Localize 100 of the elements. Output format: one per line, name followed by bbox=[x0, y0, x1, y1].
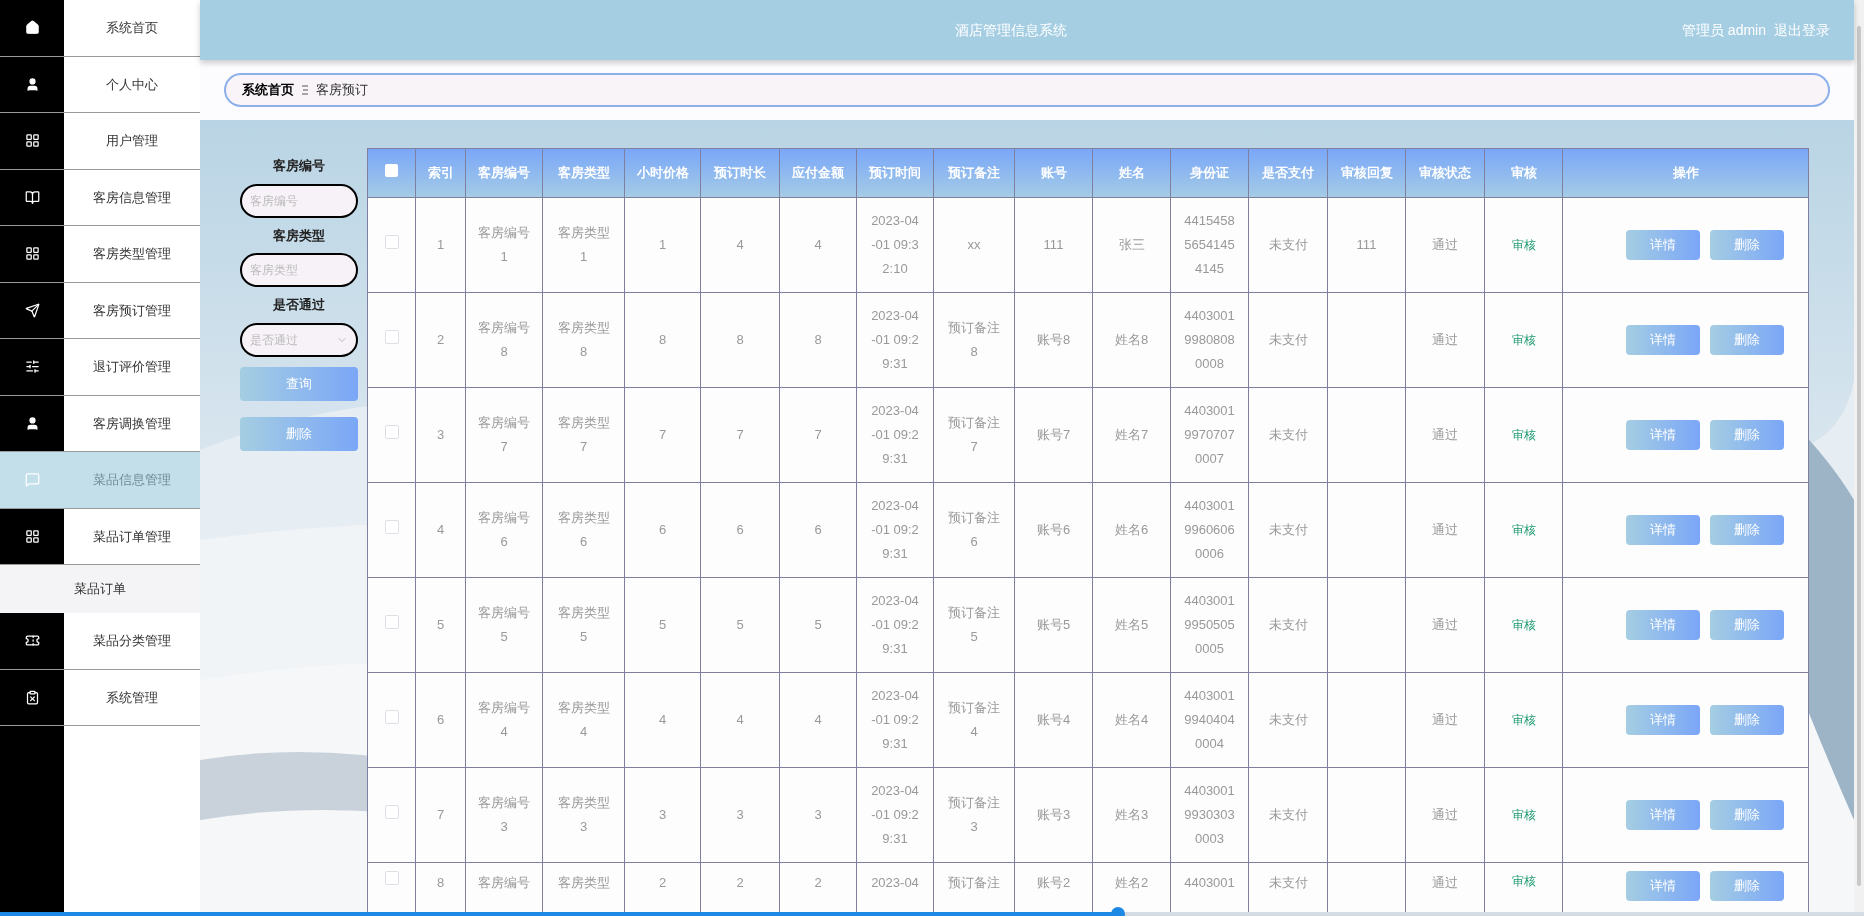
audit-link[interactable]: 审核 bbox=[1511, 523, 1536, 538]
checkbox[interactable] bbox=[385, 164, 398, 178]
column-header: 身份证 bbox=[1190, 165, 1229, 181]
table-cell-text: 预订备注8 bbox=[947, 319, 1001, 361]
breadcrumb-link[interactable]: 客房预订 bbox=[316, 80, 368, 100]
filter-label: 客房编号 bbox=[273, 157, 325, 175]
sidebar-item[interactable]: 系统首页 bbox=[0, 0, 200, 57]
table-cell-text: 5 bbox=[814, 616, 822, 634]
column-header: 预订时间 bbox=[869, 165, 921, 181]
table-cell-text: 客房编号8 bbox=[477, 319, 531, 361]
table-cell-text: 预订备注3 bbox=[947, 794, 1001, 836]
delete-button[interactable]: 删除 bbox=[1710, 871, 1784, 901]
table-cell-text: 未支付 bbox=[1268, 521, 1308, 539]
chat-icon bbox=[24, 472, 40, 488]
checkbox[interactable] bbox=[384, 871, 399, 885]
sidebar-item[interactable]: 客房信息管理 bbox=[0, 169, 200, 226]
submenu-item[interactable]: 菜品订单 bbox=[0, 565, 200, 613]
delete-button[interactable]: 删除 bbox=[240, 416, 358, 451]
table-cell-text: 通过 bbox=[1432, 616, 1458, 634]
grid-icon bbox=[24, 246, 40, 262]
details-button[interactable]: 详情 bbox=[1626, 420, 1700, 450]
breadcrumb-link[interactable]: 系统首页 bbox=[242, 80, 294, 100]
table-cell-text: 2 bbox=[814, 874, 822, 892]
sidebar-item[interactable]: 个人中心 bbox=[0, 56, 200, 113]
table-cell-text: 440300199404040004 bbox=[1183, 687, 1236, 753]
separator-icon bbox=[302, 85, 308, 95]
audit-link[interactable]: 审核 bbox=[1511, 808, 1536, 823]
checkbox[interactable] bbox=[384, 330, 399, 345]
table-cell-text: 未支付 bbox=[1268, 331, 1308, 349]
column-header: 客房编号 bbox=[478, 165, 530, 181]
checkbox[interactable] bbox=[384, 520, 399, 535]
delete-button[interactable]: 删除 bbox=[1710, 610, 1784, 640]
table-cell-text: 姓名7 bbox=[1114, 426, 1149, 444]
table-cell-text: 2 bbox=[658, 874, 667, 892]
audit-link[interactable]: 审核 bbox=[1511, 874, 1536, 888]
details-button[interactable]: 详情 bbox=[1626, 230, 1700, 260]
sidebar-item[interactable]: 客房调换管理 bbox=[0, 395, 200, 452]
delete-button[interactable]: 删除 bbox=[1710, 515, 1784, 545]
audit-link[interactable]: 审核 bbox=[1511, 428, 1536, 443]
table-cell-text: 账号6 bbox=[1036, 521, 1071, 539]
sidebar-label: 客房类型管理 bbox=[93, 245, 171, 263]
column-header: 预订时长 bbox=[714, 165, 766, 181]
sidebar-item[interactable]: 客房类型管理 bbox=[0, 226, 200, 283]
table-cell-text: 6 bbox=[814, 521, 822, 539]
table-cell-text: 客房类型7 bbox=[556, 414, 611, 456]
details-button[interactable]: 详情 bbox=[1626, 871, 1700, 901]
checkbox[interactable] bbox=[384, 235, 399, 250]
table-cell-text: 7 bbox=[658, 426, 667, 444]
details-button[interactable]: 详情 bbox=[1626, 800, 1700, 830]
details-button[interactable]: 详情 bbox=[1626, 705, 1700, 735]
details-button[interactable]: 详情 bbox=[1626, 610, 1700, 640]
sidebar-item[interactable]: 菜品订单管理 bbox=[0, 508, 200, 565]
table-cell-text: 440300199505050005 bbox=[1183, 592, 1236, 658]
audit-link[interactable]: 审核 bbox=[1511, 618, 1536, 633]
audit-link[interactable]: 审核 bbox=[1511, 238, 1536, 253]
table-cell-text: 通过 bbox=[1432, 874, 1458, 892]
delete-button[interactable]: 删除 bbox=[1710, 325, 1784, 355]
table-cell-text: 未支付 bbox=[1268, 426, 1308, 444]
table-cell-text: 6 bbox=[658, 521, 667, 539]
sidebar-item[interactable]: 退订评价管理 bbox=[0, 339, 200, 396]
details-button[interactable]: 详情 bbox=[1626, 325, 1700, 355]
table-cell-text: 2023-04 bbox=[871, 874, 919, 892]
table-cell-text: 3 bbox=[736, 806, 744, 824]
column-header: 预订备注 bbox=[948, 165, 1000, 181]
audit-link[interactable]: 审核 bbox=[1511, 333, 1536, 348]
table-cell-text: 通过 bbox=[1432, 711, 1458, 729]
delete-button[interactable]: 删除 bbox=[1710, 230, 1784, 260]
sidebar-label: 系统首页 bbox=[106, 19, 158, 37]
table-cell-text: 3 bbox=[436, 426, 445, 444]
sidebar-item[interactable]: 菜品分类管理 bbox=[0, 613, 200, 670]
sidebar-item[interactable]: 菜品信息管理 bbox=[0, 452, 200, 509]
table-cell-text: 7 bbox=[814, 426, 822, 444]
table-cell-text: 客房编号3 bbox=[477, 794, 531, 836]
checkbox[interactable] bbox=[384, 425, 399, 440]
sidebar-item[interactable]: 客房预订管理 bbox=[0, 282, 200, 339]
table-cell-text: 账号3 bbox=[1036, 806, 1071, 824]
audit-link[interactable]: 审核 bbox=[1511, 713, 1536, 728]
delete-button[interactable]: 删除 bbox=[1710, 705, 1784, 735]
table-cell-text: 8 bbox=[658, 331, 667, 349]
table-cell-text: 姓名8 bbox=[1114, 331, 1149, 349]
table-cell-text: 5 bbox=[658, 616, 667, 634]
table-cell-text: 4 bbox=[814, 236, 822, 254]
app-title: 酒店管理信息系统 bbox=[954, 20, 1068, 40]
table-cell-text: 账号4 bbox=[1036, 711, 1071, 729]
sidebar-item[interactable]: 系统管理 bbox=[0, 669, 200, 726]
table-cell-text: 4 bbox=[436, 521, 445, 539]
table-cell-text: 账号7 bbox=[1036, 426, 1071, 444]
delete-button[interactable]: 删除 bbox=[1710, 420, 1784, 450]
table-cell-text: 4 bbox=[736, 236, 744, 254]
table-cell-text: 预订备注7 bbox=[947, 414, 1001, 456]
table-cell-text: 5 bbox=[436, 616, 445, 634]
query-button[interactable]: 查询 bbox=[240, 366, 358, 401]
sidebar-item[interactable]: 用户管理 bbox=[0, 113, 200, 170]
table-cell-text: 4 bbox=[658, 711, 667, 729]
delete-button[interactable]: 删除 bbox=[1710, 800, 1784, 830]
sidebar-label: 用户管理 bbox=[106, 132, 158, 150]
checkbox[interactable] bbox=[384, 710, 399, 725]
checkbox[interactable] bbox=[384, 615, 399, 630]
checkbox[interactable] bbox=[384, 805, 399, 820]
details-button[interactable]: 详情 bbox=[1626, 515, 1700, 545]
